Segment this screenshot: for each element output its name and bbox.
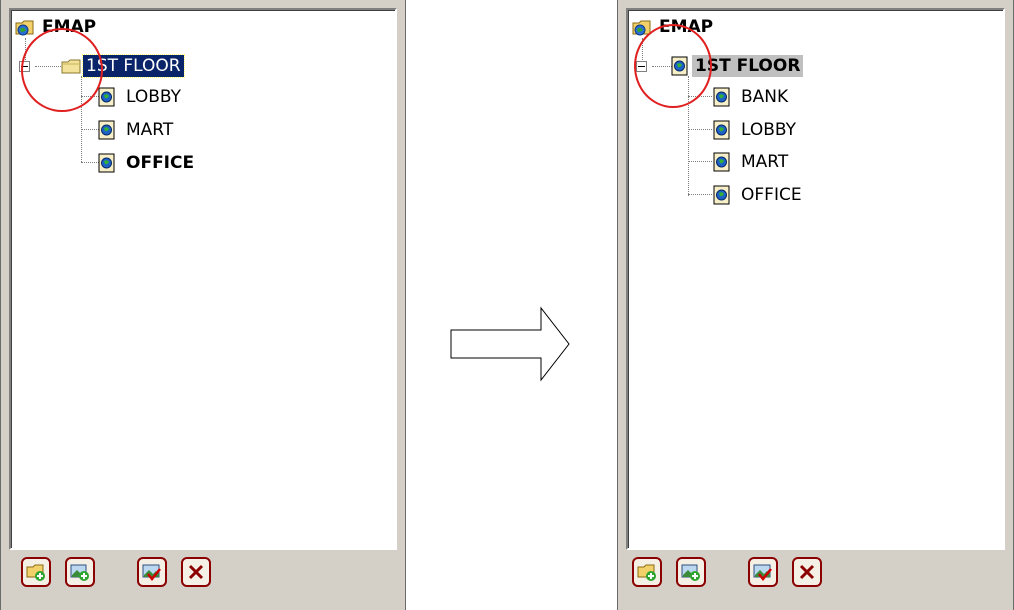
arrow-right-icon [450, 306, 570, 382]
tree-label-child: MART [126, 120, 174, 140]
map-globe-icon [713, 185, 730, 205]
tree-label-child: OFFICE [741, 185, 802, 205]
map-globe-icon [713, 120, 730, 140]
add-folder-button[interactable] [21, 557, 51, 587]
left-toolbar [9, 557, 397, 597]
tree-connector [688, 129, 712, 130]
tree-node-bank[interactable]: BANK [712, 86, 872, 108]
delete-icon [188, 564, 204, 580]
add-folder-icon [637, 564, 656, 581]
tree-connector [688, 194, 712, 195]
tree-label-child: OFFICE [126, 153, 195, 173]
tree-node-office[interactable]: OFFICE [97, 152, 257, 174]
right-emap-panel: EMAP 1ST FLOOR BANK LOBBY MART OFFICE [617, 0, 1014, 610]
edit-map-icon [142, 564, 161, 582]
map-globe-icon [713, 152, 730, 172]
tree-label-child: BANK [741, 87, 789, 107]
map-globe-icon [98, 153, 115, 173]
tree-label-child: MART [741, 152, 789, 172]
add-map-icon [681, 564, 700, 581]
left-tree-view[interactable]: EMAP 1ST FLOOR LOBBY MART OFFICE [9, 8, 397, 550]
add-map-button[interactable] [676, 557, 706, 587]
delete-icon [799, 564, 815, 580]
tree-node-mart[interactable]: MART [97, 119, 257, 141]
edit-map-icon [753, 564, 772, 582]
tree-connector [688, 161, 712, 162]
highlight-circle [21, 28, 103, 112]
highlight-circle [634, 24, 712, 108]
tree-node-lobby[interactable]: LOBBY [712, 119, 872, 141]
add-map-button[interactable] [65, 557, 95, 587]
folder-globe-icon [15, 20, 34, 36]
map-globe-icon [713, 87, 730, 107]
tree-node-lobby[interactable]: LOBBY [97, 86, 257, 108]
edit-map-button[interactable] [748, 557, 778, 587]
left-emap-panel: EMAP 1ST FLOOR LOBBY MART OFFICE [0, 0, 406, 610]
tree-node-mart[interactable]: MART [712, 151, 872, 173]
delete-button[interactable] [792, 557, 822, 587]
right-tree-view[interactable]: EMAP 1ST FLOOR BANK LOBBY MART OFFICE [626, 8, 1005, 550]
add-map-icon [70, 564, 89, 581]
add-folder-button[interactable] [632, 557, 662, 587]
map-globe-icon [98, 120, 115, 140]
add-folder-icon [26, 564, 45, 581]
map-globe-icon [98, 87, 115, 107]
tree-node-office[interactable]: OFFICE [712, 184, 872, 206]
edit-map-button[interactable] [137, 557, 167, 587]
tree-label-child: LOBBY [741, 120, 797, 140]
tree-label-child: LOBBY [126, 87, 182, 107]
delete-button[interactable] [181, 557, 211, 587]
right-toolbar [626, 557, 1005, 597]
